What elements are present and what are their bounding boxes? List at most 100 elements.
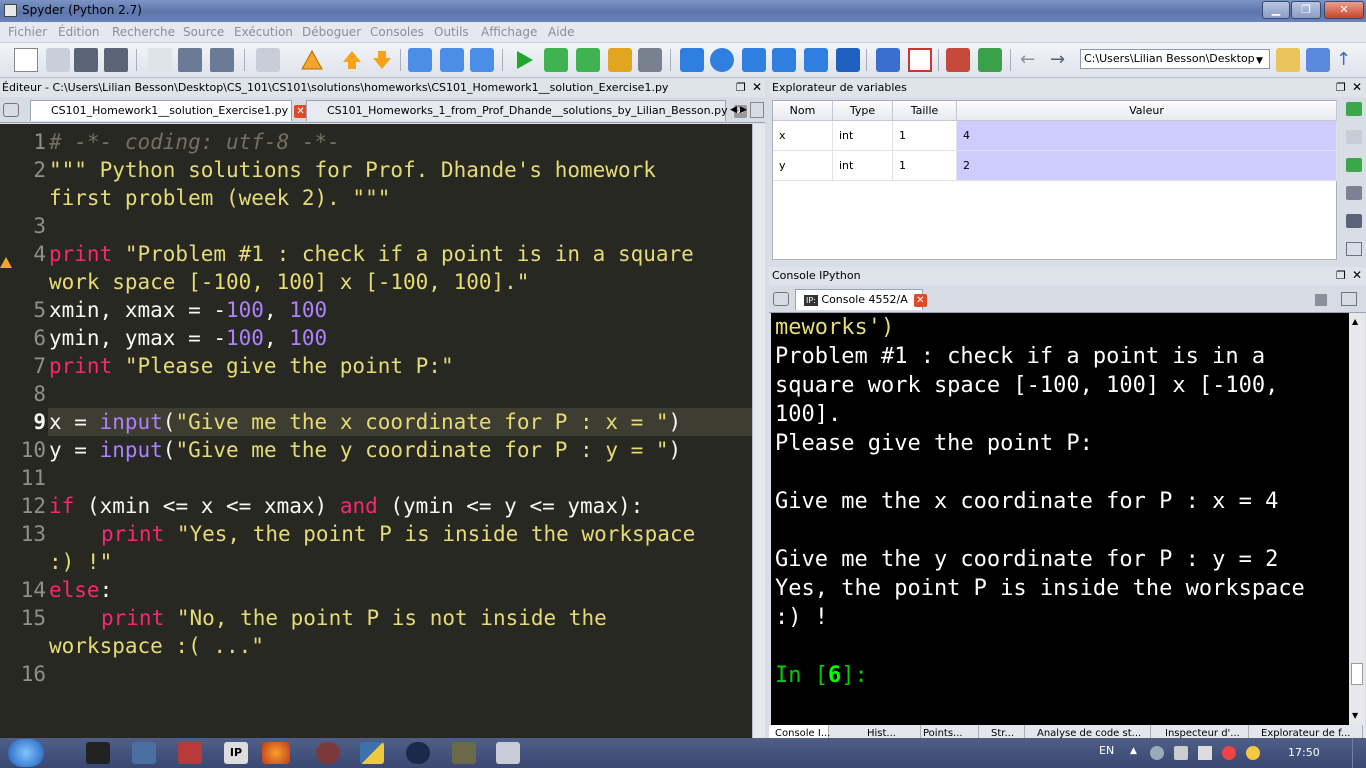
- back-icon[interactable]: [440, 48, 464, 72]
- undock-icon[interactable]: ❐: [736, 81, 746, 94]
- menu-execution[interactable]: Exécution: [234, 25, 293, 39]
- nav-forward-icon[interactable]: →: [1050, 48, 1074, 72]
- tab-exercise1[interactable]: CS101_Homework1__solution_Exercise1.py ✕: [30, 100, 308, 121]
- uncomment-icon[interactable]: [210, 48, 234, 72]
- step-into-icon[interactable]: [742, 48, 766, 72]
- column-header-type[interactable]: Type: [833, 101, 893, 121]
- chevron-right-icon[interactable]: ▶: [740, 102, 750, 118]
- menu-consoles[interactable]: Consoles: [370, 25, 424, 39]
- notes-icon[interactable]: [178, 742, 202, 764]
- step-icon[interactable]: [710, 48, 734, 72]
- close-icon[interactable]: ✕: [913, 293, 927, 307]
- browse-folder-icon[interactable]: [1276, 48, 1300, 72]
- tab-console-ipython[interactable]: Console I...: [769, 725, 830, 739]
- chevron-down-icon[interactable]: ▼: [1256, 56, 1263, 66]
- tab-console[interactable]: IP: Console 4552/A ✕: [795, 289, 927, 310]
- debug-start-icon[interactable]: [680, 48, 704, 72]
- firefox-icon[interactable]: [262, 742, 290, 764]
- working-directory-field[interactable]: C:\Users\Lilian Besson\Desktop: [1080, 49, 1270, 69]
- nav-back-icon[interactable]: ←: [1020, 48, 1044, 72]
- new-file-icon[interactable]: [14, 48, 38, 72]
- menu-aide[interactable]: Aide: [548, 25, 575, 39]
- close-pane-icon[interactable]: ✕: [1352, 268, 1362, 282]
- save-icon[interactable]: [74, 48, 98, 72]
- spyder-taskbar-icon[interactable]: [496, 742, 520, 764]
- menu-deboguer[interactable]: Déboguer: [302, 25, 361, 39]
- options-icon[interactable]: [1341, 292, 1357, 306]
- scroll-down-icon[interactable]: ▼: [1352, 711, 1358, 720]
- preferences-icon[interactable]: [946, 48, 970, 72]
- tab-breakpoints[interactable]: Points...: [917, 725, 979, 739]
- tab-static-analysis[interactable]: Analyse de code st...: [1031, 725, 1151, 739]
- save-data-icon[interactable]: [1346, 186, 1362, 200]
- menu-fichier[interactable]: Fichier: [8, 25, 47, 39]
- steam-icon[interactable]: [406, 742, 430, 764]
- ipython-console[interactable]: meworks') Problem #1 : check if a point …: [771, 313, 1349, 725]
- options-icon[interactable]: [1346, 242, 1362, 256]
- change-dir-icon[interactable]: [1306, 48, 1330, 72]
- run-icon[interactable]: [512, 48, 536, 72]
- var-name[interactable]: y: [773, 151, 833, 181]
- clock[interactable]: 17:50: [1288, 746, 1320, 759]
- browse-tabs-icon[interactable]: [3, 103, 19, 117]
- next-warning-icon[interactable]: [370, 48, 394, 72]
- tab-file-explorer[interactable]: Explorateur de f...: [1255, 725, 1363, 739]
- run-settings-icon[interactable]: [544, 48, 568, 72]
- tab-homeworks[interactable]: CS101_Homeworks_1_from_Prof_Dhande__solu…: [306, 100, 747, 121]
- forward-icon[interactable]: [470, 48, 494, 72]
- menu-recherche[interactable]: Recherche: [112, 25, 175, 39]
- console-scrollbar[interactable]: ▲ ▼: [1349, 313, 1365, 725]
- close-pane-icon[interactable]: ✕: [1352, 80, 1362, 94]
- menu-affichage[interactable]: Affichage: [481, 25, 537, 39]
- var-name[interactable]: x: [773, 121, 833, 151]
- undock-icon[interactable]: ❐: [1336, 269, 1346, 282]
- continue-icon[interactable]: [804, 48, 828, 72]
- menu-source[interactable]: Source: [183, 25, 224, 39]
- code-editor[interactable]: 1 2 3 4 5 6 7 8 9 10 11 12 13 14 15 16 #…: [0, 124, 752, 738]
- column-header-size[interactable]: Taille: [893, 101, 957, 121]
- step-return-icon[interactable]: [772, 48, 796, 72]
- column-header-value[interactable]: Valeur: [957, 101, 1337, 121]
- tab-structure[interactable]: Str...: [985, 725, 1025, 739]
- tab-object-inspector[interactable]: Inspecteur d'...: [1159, 725, 1249, 739]
- close-pane-icon[interactable]: ✕: [752, 80, 762, 94]
- scroll-up-icon[interactable]: ▲: [1352, 317, 1358, 326]
- open-file-icon[interactable]: [46, 48, 70, 72]
- language-indicator[interactable]: EN: [1099, 744, 1114, 757]
- warning-icon[interactable]: [300, 48, 324, 72]
- import-data-icon[interactable]: [1346, 102, 1362, 116]
- stop-icon[interactable]: [1315, 294, 1327, 306]
- python-icon[interactable]: [360, 742, 384, 764]
- start-button[interactable]: [8, 739, 44, 767]
- var-value[interactable]: 2: [957, 151, 1337, 181]
- comment-icon[interactable]: [178, 48, 202, 72]
- prev-warning-icon[interactable]: [340, 48, 364, 72]
- column-header-name[interactable]: Nom: [773, 101, 833, 121]
- settings-app-icon[interactable]: [316, 742, 340, 764]
- fullscreen-icon[interactable]: [908, 48, 932, 72]
- media-icon[interactable]: [452, 742, 476, 764]
- check-icon[interactable]: [256, 48, 280, 72]
- tab-history[interactable]: Hist...: [861, 725, 921, 739]
- usb-icon[interactable]: [1174, 746, 1188, 760]
- stop-debug-icon[interactable]: [836, 48, 860, 72]
- cmd-icon[interactable]: [86, 742, 110, 764]
- save-all-icon[interactable]: [104, 48, 128, 72]
- maximize-button[interactable]: ❐: [1291, 1, 1321, 19]
- editor-scrollbar[interactable]: [752, 124, 765, 738]
- refresh-icon[interactable]: [1346, 130, 1362, 144]
- scroll-thumb[interactable]: [1351, 663, 1363, 685]
- close-button[interactable]: ✕: [1324, 1, 1364, 19]
- volume-icon[interactable]: [1222, 746, 1236, 760]
- run-cell-icon[interactable]: [576, 48, 600, 72]
- undock-icon[interactable]: ❐: [1336, 81, 1346, 94]
- show-desktop-button[interactable]: [1352, 738, 1366, 768]
- debug-icon[interactable]: [638, 48, 662, 72]
- options-icon[interactable]: [750, 102, 764, 118]
- indent-icon[interactable]: [148, 48, 172, 72]
- download-icon[interactable]: [1346, 158, 1362, 172]
- pythonpath-icon[interactable]: [978, 48, 1002, 72]
- tray-status-icon[interactable]: [1246, 746, 1260, 760]
- var-value[interactable]: 4: [957, 121, 1337, 151]
- menu-edition[interactable]: Édition: [58, 25, 100, 39]
